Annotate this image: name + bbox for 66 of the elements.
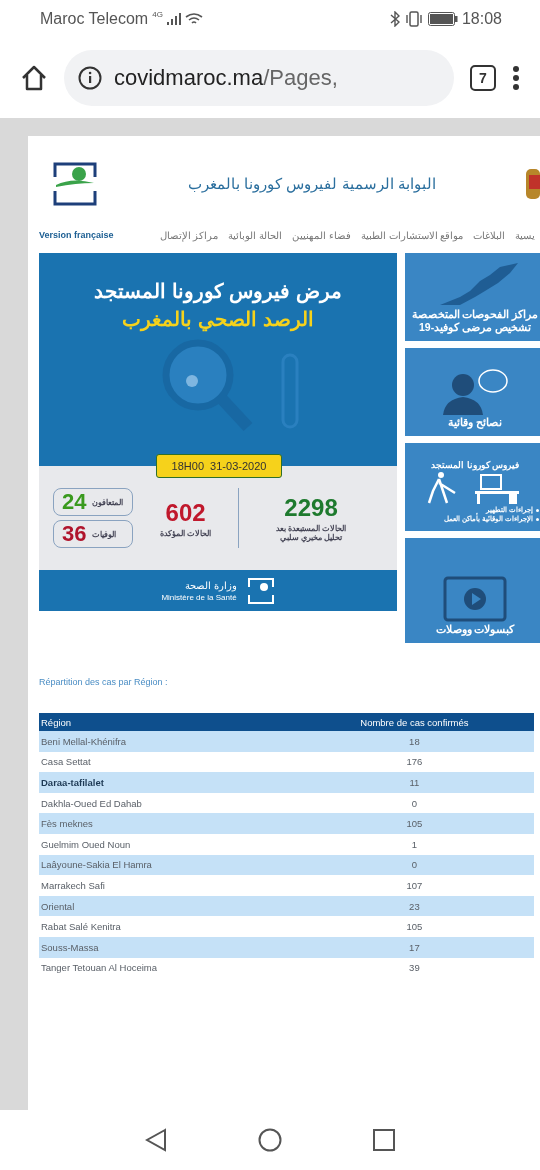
bluetooth-icon — [389, 11, 400, 27]
table-cell: Guelmim Oued Noun — [39, 833, 295, 855]
tile-title: فيروس كورونا المستجد — [431, 460, 519, 470]
column-header: Nombre de cas confirmés — [294, 713, 534, 731]
site-title: البوابة الرسمية لفيروس كورونا بالمغرب — [187, 175, 437, 193]
table-cell: 11 — [294, 772, 534, 793]
infographic-subtitle: الرصد الصحي بالمغرب — [122, 307, 314, 331]
nav-link[interactable]: يسية — [515, 229, 536, 241]
address-bar[interactable]: covidmaroc.ma/Pages, — [64, 50, 454, 106]
video-play-icon — [443, 576, 507, 622]
info-icon — [78, 66, 102, 90]
table-cell: 105 — [294, 813, 534, 834]
table-cell: Souss-Massa — [39, 936, 295, 958]
tile-title: كبسولات ووصلات — [435, 623, 515, 635]
wifi-icon — [184, 12, 203, 26]
more-menu-icon[interactable] — [512, 65, 520, 91]
table-cell: Dakhla-Oued Ed Dahab — [39, 792, 295, 814]
vibrate-icon — [403, 11, 424, 27]
nav-link[interactable]: الحالة الوبائية — [228, 229, 283, 241]
date-badge: 18H00 31-03-2020 — [156, 454, 282, 478]
table-cell: 107 — [294, 875, 534, 896]
nav-link[interactable]: مواقع الاستشارات الطبية — [360, 229, 464, 241]
ministry-logo — [52, 161, 98, 207]
table-cell: Casa Settat — [39, 751, 295, 773]
column-header: Région — [39, 713, 295, 731]
emblem-icon — [526, 169, 540, 199]
table-cell: Beni Mellal-Khénifra — [39, 731, 295, 752]
clock-time: 18:08 — [461, 10, 502, 28]
carrier-name: Maroc Telecom — [40, 10, 149, 28]
nav-link[interactable]: فضاء المهنيين — [292, 229, 351, 241]
home-icon[interactable] — [20, 64, 48, 92]
ministry-name-fr: Ministère de la Santé — [161, 592, 237, 602]
battery-icon — [427, 12, 458, 26]
table-cell: Rabat Salé Kenitra — [39, 916, 295, 937]
bullet-icon — [536, 517, 539, 521]
ministry-logo — [246, 576, 275, 605]
confirmed-count: 602 — [165, 498, 206, 527]
signal-icon — [166, 13, 181, 25]
recents-icon[interactable] — [372, 1129, 395, 1151]
info-tile[interactable]: كبسولات ووصلات — [405, 538, 540, 643]
tile-title: نصائح وقائية — [448, 416, 502, 428]
tile-title: مراكز الفحوصات المتخصصة — [411, 308, 539, 320]
table-cell: Laâyoune-Sakia El Hamra — [39, 854, 295, 876]
confirmed-label: الحالات المؤكدة — [159, 528, 212, 538]
table-cell: 105 — [294, 916, 534, 937]
infographic-title: مرض فيروس كورونا المستجد — [94, 279, 342, 303]
home-circle-icon[interactable] — [258, 1128, 282, 1152]
section-heading: Répartition des cas par Région : — [38, 676, 169, 687]
info-tile[interactable]: نصائح وقائية — [405, 348, 540, 436]
back-icon[interactable] — [145, 1128, 168, 1152]
network-type: 4G — [152, 10, 163, 19]
table-cell: 18 — [294, 731, 534, 752]
excluded-count: 2298 — [284, 494, 338, 522]
language-link[interactable]: Version française — [39, 230, 114, 240]
nav-link[interactable]: البلاغات — [473, 229, 506, 241]
table-cell: Oriental — [39, 895, 295, 917]
ministry-name: وزارة الصحة — [184, 579, 237, 591]
table-cell: Daraa-tafilalet — [39, 772, 295, 793]
table-cell: Fès meknes — [39, 813, 295, 834]
excluded-label: الحالات المستبعدة بعد تحليل مخبري سلبي — [274, 524, 348, 542]
bullet-icon — [536, 508, 539, 512]
info-tile[interactable]: مراكز الفحوصات المتخصصة تشخيص مرضى كوفيد-19 — [405, 253, 540, 341]
nav-link[interactable]: مراكز الإتصال — [159, 229, 219, 241]
table-cell: Marrakech Safi — [39, 875, 295, 896]
tab-count-button[interactable]: 7 — [470, 65, 496, 91]
tile-title: تشخيص مرضى كوفيد-19 — [419, 321, 531, 333]
